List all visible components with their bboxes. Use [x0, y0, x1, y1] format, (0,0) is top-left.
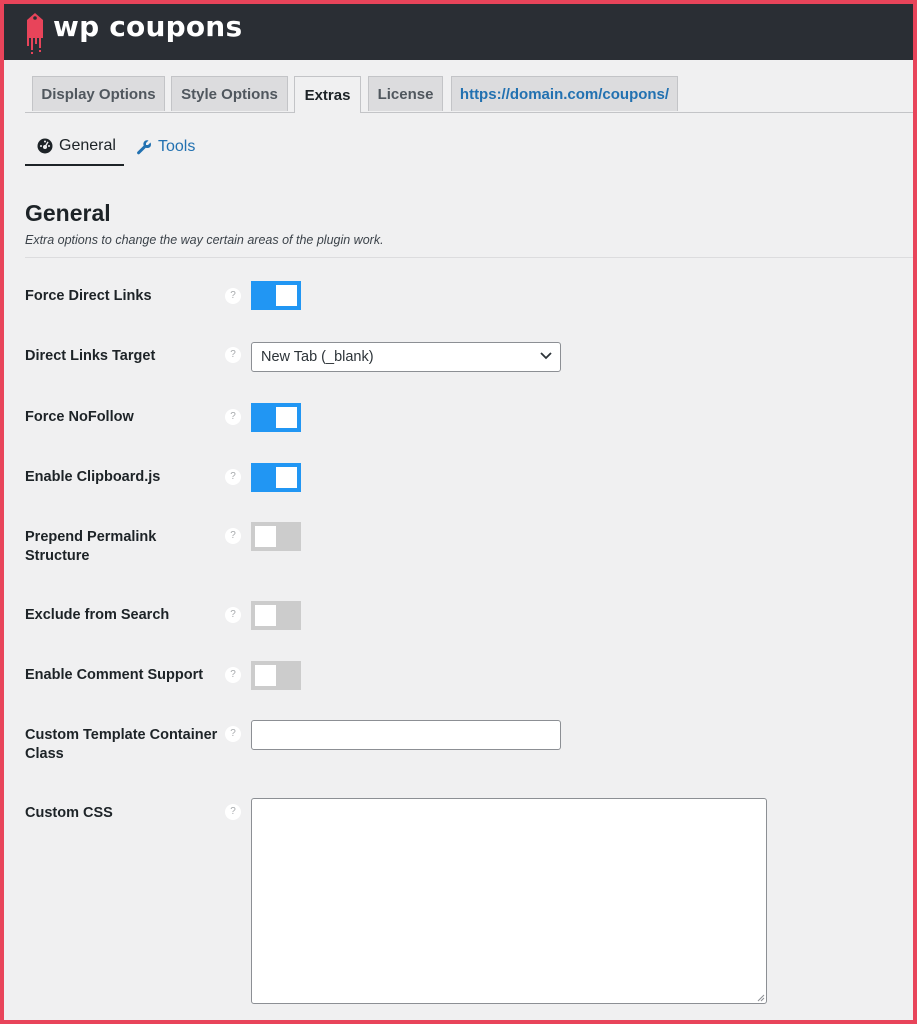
enable-clipboard-help-icon[interactable]: ? [225, 469, 241, 485]
custom-css-help-icon[interactable]: ? [225, 804, 241, 820]
custom-template-class-input[interactable] [251, 720, 561, 750]
prepend-permalink-label: Prepend Permalink Structure [25, 529, 157, 564]
dashboard-gauge-icon [37, 138, 53, 154]
tab-coupons-url[interactable]: https://domain.com/coupons/ [451, 76, 678, 111]
resize-handle-icon[interactable] [756, 993, 765, 1002]
toggle-knob [255, 665, 276, 686]
coupon-tag-logo-icon [27, 13, 43, 54]
tab-display-options[interactable]: Display Options [32, 76, 165, 111]
prepend-permalink-help-icon[interactable]: ? [225, 528, 241, 544]
direct-links-target-help-icon[interactable]: ? [225, 347, 241, 363]
section-divider [25, 257, 913, 258]
custom-template-class-label: Custom Template Container Class [25, 727, 218, 762]
direct-links-target-select[interactable]: New Tab (_blank) [251, 342, 561, 372]
toggle-knob [276, 467, 297, 488]
chevron-down-icon [540, 352, 552, 360]
subtab-tools[interactable]: Tools [136, 128, 195, 166]
custom-template-class-help-icon[interactable]: ? [225, 726, 241, 742]
custom-css-textarea[interactable] [251, 798, 767, 1004]
main-tabs: Display Options Style Options Extras Lic… [25, 76, 913, 113]
toggle-knob [255, 526, 276, 547]
exclude-from-search-toggle[interactable] [251, 601, 301, 630]
enable-comment-support-help-icon[interactable]: ? [225, 667, 241, 683]
exclude-from-search-label: Exclude from Search [25, 607, 170, 623]
custom-css-label: Custom CSS [25, 805, 113, 821]
tab-style-options[interactable]: Style Options [171, 76, 288, 111]
toggle-knob [276, 407, 297, 428]
force-direct-links-help-icon[interactable]: ? [225, 288, 241, 304]
tab-license[interactable]: License [368, 76, 443, 111]
enable-comment-support-toggle[interactable] [251, 661, 301, 690]
tab-extras[interactable]: Extras [294, 76, 361, 113]
exclude-from-search-help-icon[interactable]: ? [225, 607, 241, 623]
top-header-bar: wp coupons [4, 4, 913, 60]
section-description: Extra options to change the way certain … [25, 233, 384, 247]
app-frame: wp coupons Display Options Style Options… [4, 4, 913, 1020]
force-nofollow-help-icon[interactable]: ? [225, 409, 241, 425]
direct-links-target-value: New Tab (_blank) [261, 349, 374, 365]
force-nofollow-toggle[interactable] [251, 403, 301, 432]
subtab-tools-label: Tools [158, 138, 196, 155]
section-title: General [25, 200, 111, 226]
force-direct-links-toggle[interactable] [251, 281, 301, 310]
force-direct-links-label: Force Direct Links [25, 288, 152, 304]
subtab-general[interactable]: General [25, 128, 124, 166]
enable-clipboard-label: Enable Clipboard.js [25, 469, 161, 485]
prepend-permalink-toggle[interactable] [251, 522, 301, 551]
toggle-knob [255, 605, 276, 626]
wrench-icon [137, 140, 151, 155]
enable-comment-support-label: Enable Comment Support [25, 667, 204, 683]
enable-clipboard-toggle[interactable] [251, 463, 301, 492]
subtab-general-label: General [59, 137, 116, 154]
force-nofollow-label: Force NoFollow [25, 409, 134, 425]
direct-links-target-label: Direct Links Target [25, 348, 156, 364]
toggle-knob [276, 285, 297, 306]
app-logo-text: wp coupons [53, 10, 243, 43]
